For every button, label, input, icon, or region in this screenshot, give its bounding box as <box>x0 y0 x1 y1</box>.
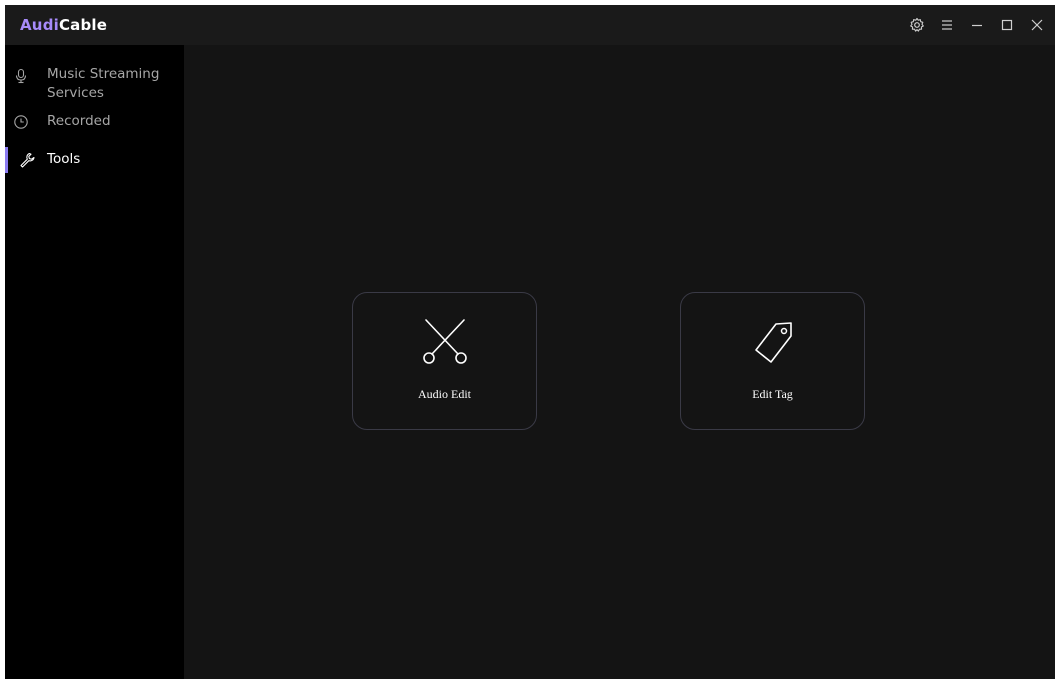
sidebar-item-label: Music Streaming <box>47 66 160 82</box>
audio-edit-card[interactable]: Audio Edit <box>352 292 537 430</box>
maximize-button[interactable] <box>993 11 1021 39</box>
main-content: Audio Edit Edit Tag <box>184 45 1055 679</box>
sidebar-item-recorded[interactable]: Recorded <box>5 112 184 136</box>
tag-icon <box>754 322 792 363</box>
settings-button[interactable] <box>903 11 931 39</box>
sidebar-item-tools[interactable]: Tools <box>5 150 184 174</box>
window-controls <box>901 5 1055 45</box>
maximize-icon <box>1001 19 1013 31</box>
audio-edit-label: Audio Edit <box>418 387 471 401</box>
menu-button[interactable] <box>933 11 961 39</box>
app-logo: Audi Cable <box>20 16 107 34</box>
edit-tag-card[interactable]: Edit Tag <box>680 292 865 430</box>
sidebar: Music Streaming Services Recorded Tools <box>5 45 184 679</box>
sidebar-item-label: Recorded <box>47 113 111 129</box>
wrench-icon <box>20 152 35 168</box>
edit-tag-label: Edit Tag <box>752 387 793 401</box>
sidebar-item-label: Tools <box>47 151 81 167</box>
close-button[interactable] <box>1023 11 1051 39</box>
scissors-icon <box>422 319 467 364</box>
logo-text-audi: Audi <box>20 16 59 34</box>
minimize-icon <box>972 24 982 27</box>
clock-icon <box>14 115 28 129</box>
title-bar: Audi Cable <box>5 5 1055 45</box>
sidebar-item-label: Services <box>47 85 104 101</box>
sidebar-item-music-streaming-services[interactable]: Music Streaming Services <box>5 65 184 105</box>
close-icon <box>1031 19 1043 31</box>
gear-icon <box>910 17 924 32</box>
logo-text-cable: Cable <box>58 16 108 34</box>
minimize-button[interactable] <box>963 11 991 39</box>
microphone-icon <box>15 68 27 84</box>
app-window: Audi Cable Music Streaming Services Reco… <box>5 5 1055 679</box>
menu-icon <box>942 20 952 30</box>
